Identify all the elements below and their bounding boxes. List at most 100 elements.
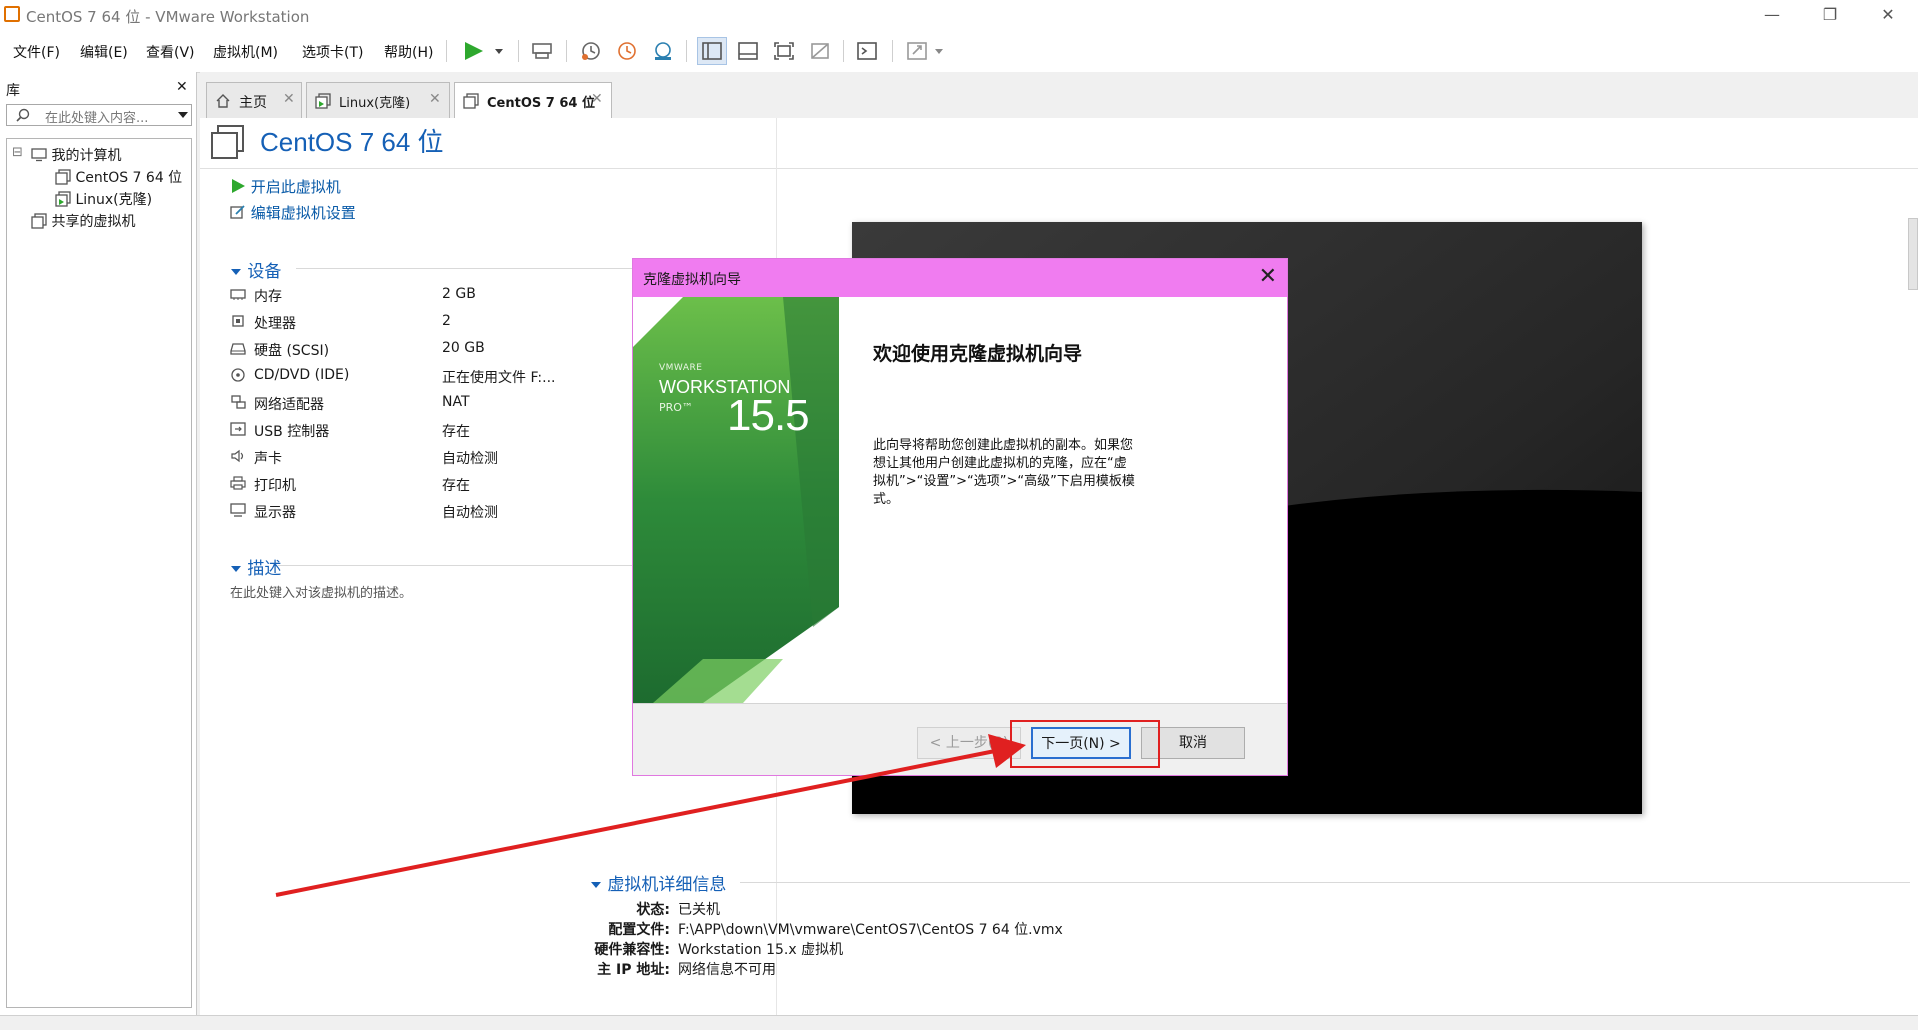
tab-close-icon[interactable]: ✕ xyxy=(591,91,603,107)
full-screen-icon xyxy=(774,42,794,60)
library-tree: ⊟ 我的计算机 CentOS 7 64 位 Linux(克隆) 共享的虚拟机 xyxy=(6,138,192,1008)
tree-item-my-computer[interactable]: 我的计算机 xyxy=(31,145,121,165)
revert-snapshot-button[interactable] xyxy=(612,37,642,65)
wizard-description: 此向导将帮助您创建此虚拟机的副本。如果您想让其他用户创建此虚拟机的克隆，应在“虚… xyxy=(873,438,1135,507)
library-title: 库 xyxy=(6,83,20,99)
snapshot-clock-icon xyxy=(582,42,600,60)
stretch-guest-button[interactable] xyxy=(902,37,952,65)
description-section-toggle[interactable]: 描述 xyxy=(230,554,281,579)
power-on-vm-link[interactable]: 开启此虚拟机 xyxy=(230,176,341,197)
home-icon xyxy=(216,94,230,108)
menu-bar: 文件(F) 编辑(E) 查看(V) 虚拟机(M) 选项卡(T) 帮助(H) xyxy=(0,30,1918,73)
menu-help[interactable]: 帮助(H) xyxy=(384,42,433,62)
tree-item-linux-clone[interactable]: Linux(克隆) xyxy=(55,189,152,209)
search-input[interactable]: 在此处键入内容... xyxy=(45,107,148,126)
dialog-body: VMWARE WORKSTATION PRO™ 15.5 欢迎使用克隆虚拟机向导… xyxy=(633,297,1287,703)
vm-running-icon xyxy=(315,93,331,109)
vm-running-icon xyxy=(55,191,71,207)
tree-item-label: Linux(克隆) xyxy=(75,192,153,208)
dialog-title: 克隆虚拟机向导 xyxy=(643,272,741,288)
title-bar: CentOS 7 64 位 - VMware Workstation — ❐ ✕ xyxy=(0,0,1918,30)
workstation-banner: VMWARE WORKSTATION PRO™ 15.5 xyxy=(633,297,839,703)
device-row-display[interactable]: 显示器 自动检测 xyxy=(230,500,580,522)
back-button[interactable]: < 上一步(B) xyxy=(917,727,1021,759)
close-window-button[interactable]: ✕ xyxy=(1868,4,1908,26)
tab-home[interactable]: 主页 ✕ xyxy=(206,82,302,118)
tree-item-shared-vms[interactable]: 共享的虚拟机 xyxy=(31,211,135,231)
library-search[interactable]: 在此处键入内容... xyxy=(6,104,192,126)
show-library-button[interactable] xyxy=(697,37,727,65)
device-row-network-adapter[interactable]: 网络适配器 NAT xyxy=(230,392,580,414)
tree-collapse-toggle[interactable]: ⊟ xyxy=(12,145,23,160)
full-screen-button[interactable] xyxy=(769,37,799,65)
tree-item-label: 共享的虚拟机 xyxy=(51,214,136,230)
details-section-toggle[interactable]: 虚拟机详细信息 xyxy=(590,870,726,895)
edit-settings-icon xyxy=(230,205,245,219)
tab-label: CentOS 7 64 位 xyxy=(487,96,595,111)
console-view-button[interactable] xyxy=(852,37,882,65)
status-bar xyxy=(0,1015,1918,1030)
network-adapter-icon xyxy=(231,395,246,409)
tab-close-icon[interactable]: ✕ xyxy=(283,91,295,107)
unity-button[interactable] xyxy=(805,37,835,65)
stretch-icon xyxy=(907,42,943,60)
wizard-heading: 欢迎使用克隆虚拟机向导 xyxy=(873,343,1083,365)
tab-linux-clone[interactable]: Linux(克隆) ✕ xyxy=(306,82,450,118)
device-row-processor[interactable]: 处理器 2 xyxy=(230,311,580,333)
menu-edit[interactable]: 编辑(E) xyxy=(80,42,128,62)
sound-card-icon xyxy=(231,449,244,463)
tree-item-centos[interactable]: CentOS 7 64 位 xyxy=(55,167,182,187)
dialog-close-icon[interactable]: ✕ xyxy=(1259,264,1277,289)
vm-title: CentOS 7 64 位 xyxy=(260,127,444,157)
thumbnail-layout-icon xyxy=(738,42,758,60)
device-row-printer[interactable]: 打印机 存在 xyxy=(230,473,580,495)
tab-label: 主页 xyxy=(239,95,267,111)
terminal-icon xyxy=(857,42,877,60)
device-row-cd-dvd[interactable]: CD/DVD (IDE) 正在使用文件 F:... xyxy=(230,365,580,387)
snapshot-manager-button[interactable] xyxy=(648,37,678,65)
vm-large-icon xyxy=(211,125,244,159)
annotation-highlight-box xyxy=(1010,720,1160,768)
dropdown-arrow-icon[interactable] xyxy=(177,111,189,119)
revert-clock-icon xyxy=(618,42,636,60)
tab-centos[interactable]: CentOS 7 64 位 ✕ xyxy=(454,82,612,119)
snapshot-button[interactable] xyxy=(576,37,606,65)
device-row-memory[interactable]: 内存 2 GB xyxy=(230,284,580,306)
minimize-button[interactable]: — xyxy=(1752,4,1792,26)
banner-vendor: VMWARE xyxy=(659,363,703,373)
device-row-sound-card[interactable]: 声卡 自动检测 xyxy=(230,446,580,468)
edit-vm-settings-link[interactable]: 编辑虚拟机设置 xyxy=(230,202,356,223)
menu-view[interactable]: 查看(V) xyxy=(146,42,195,62)
power-on-button[interactable] xyxy=(458,37,508,65)
banner-edition: PRO™ xyxy=(659,401,693,414)
workstation-banner-graphic xyxy=(633,297,839,703)
send-ctrl-alt-del-button[interactable] xyxy=(527,37,557,65)
restore-button[interactable]: ❐ xyxy=(1810,4,1850,26)
devices-section-toggle[interactable]: 设备 xyxy=(230,257,281,282)
display-icon xyxy=(230,503,246,517)
details-section-title: 虚拟机详细信息 xyxy=(607,875,727,895)
library-close-icon[interactable]: ✕ xyxy=(176,79,188,95)
usb-controller-icon xyxy=(230,422,246,436)
library-layout-icon xyxy=(702,42,722,60)
description-input[interactable]: 在此处键入对该虚拟机的描述。 xyxy=(230,582,412,601)
scrollbar-thumb[interactable] xyxy=(1908,218,1918,290)
computer-icon xyxy=(31,148,47,162)
device-row-hard-disk[interactable]: 硬盘 (SCSI) 20 GB xyxy=(230,338,580,360)
window-title: CentOS 7 64 位 - VMware Workstation xyxy=(26,8,310,26)
tree-item-label: 我的计算机 xyxy=(51,148,122,164)
cd-dvd-icon xyxy=(231,368,245,382)
device-row-usb-controller[interactable]: USB 控制器 存在 xyxy=(230,419,580,441)
thumbnail-bar-button[interactable] xyxy=(733,37,763,65)
banner-version: 15.5 xyxy=(727,391,810,440)
menu-file[interactable]: 文件(F) xyxy=(13,42,60,62)
tab-bar: 主页 ✕ Linux(克隆) ✕ CentOS 7 64 位 ✕ xyxy=(200,72,1918,119)
clone-vm-wizard-dialog: 克隆虚拟机向导 ✕ VMWARE WORKSTATION PRO™ 15.5 欢… xyxy=(632,258,1288,776)
tab-close-icon[interactable]: ✕ xyxy=(429,91,441,107)
collapse-arrow-icon xyxy=(231,269,241,275)
description-section-title: 描述 xyxy=(247,559,282,579)
play-icon xyxy=(232,179,245,193)
menu-vm[interactable]: 虚拟机(M) xyxy=(213,42,278,62)
search-icon xyxy=(16,108,30,122)
menu-tabs[interactable]: 选项卡(T) xyxy=(302,42,363,62)
